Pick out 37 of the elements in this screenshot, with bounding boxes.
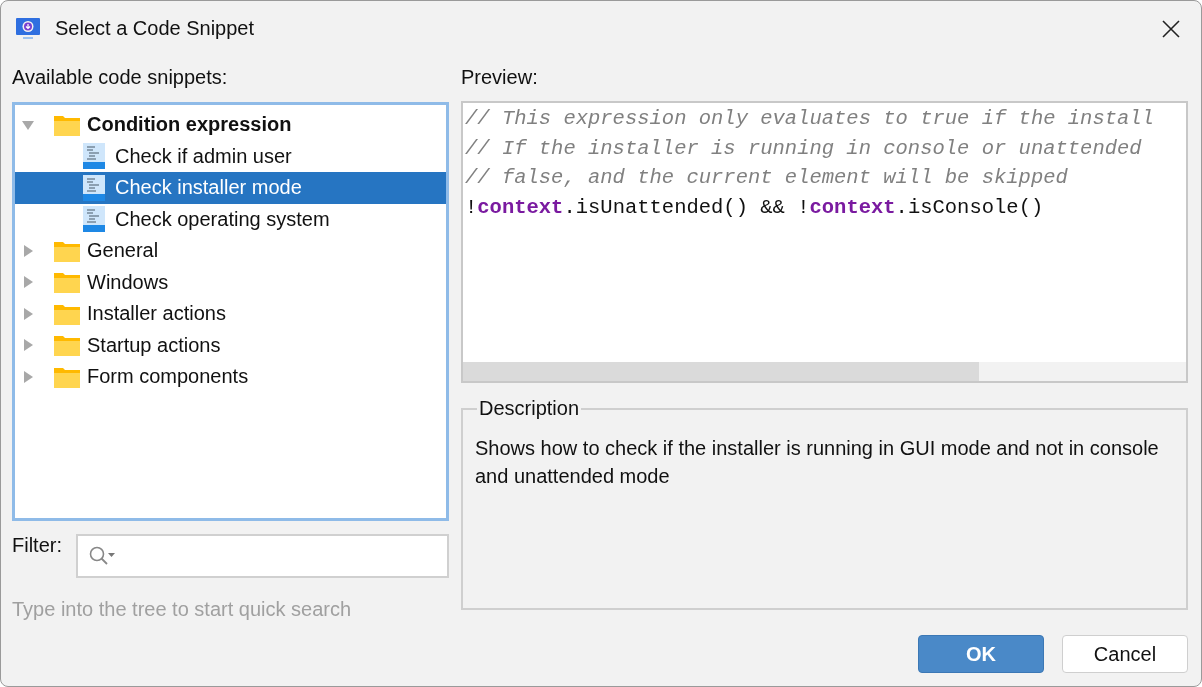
cancel-button[interactable]: Cancel xyxy=(1062,635,1188,673)
tree-item[interactable]: Windows xyxy=(15,266,446,298)
tree-item[interactable]: Installer actions xyxy=(15,298,446,330)
description-text: Shows how to check if the installer is running in GUI mode and not in console and unattended mode xyxy=(475,436,1160,489)
tree-item[interactable]: Check operating system xyxy=(15,203,446,235)
hint-text: Type into the tree to start quick search xyxy=(12,598,352,621)
expander-icon[interactable] xyxy=(21,338,35,353)
code-line: // false, and the current element will be skipped xyxy=(465,166,1068,191)
java-file-icon xyxy=(83,174,105,201)
folder-icon xyxy=(53,270,81,295)
tree-item[interactable]: Form components xyxy=(15,361,446,393)
code-line: // If the installer is running in console or unattended xyxy=(465,136,1142,162)
tree-item[interactable]: Check if admin user xyxy=(15,140,446,172)
tree-item[interactable]: Check installer mode xyxy=(15,172,446,204)
tree-label: Available code snippets: xyxy=(12,66,228,89)
ok-button[interactable]: OK xyxy=(918,635,1044,673)
expander-icon[interactable] xyxy=(21,369,35,384)
tree-item[interactable]: General xyxy=(15,235,446,267)
expander-icon[interactable] xyxy=(21,243,35,258)
horizontal-scrollbar[interactable] xyxy=(463,362,1186,381)
filter-label: Filter: xyxy=(12,534,62,557)
description-label: Description xyxy=(478,397,581,420)
close-icon[interactable] xyxy=(1161,18,1181,39)
search-icon[interactable] xyxy=(88,545,118,567)
filter-field[interactable] xyxy=(76,534,449,578)
expander-icon[interactable] xyxy=(21,275,35,290)
tree-item[interactable]: Startup actions xyxy=(15,329,446,361)
tree-item[interactable]: Condition expression xyxy=(15,109,446,141)
code-line: // This expression only evaluates to true if the install xyxy=(465,107,1154,132)
expander-icon[interactable] xyxy=(21,306,35,321)
monitor-download-icon xyxy=(15,15,41,42)
java-file-icon xyxy=(83,143,105,170)
window-title: Select a Code Snippet xyxy=(55,17,256,40)
folder-icon xyxy=(53,333,81,358)
code-line: !context.isUnattended() && !context.isConsole() xyxy=(465,195,1044,221)
preview-label: Preview: xyxy=(461,66,538,89)
java-file-icon xyxy=(83,206,105,233)
